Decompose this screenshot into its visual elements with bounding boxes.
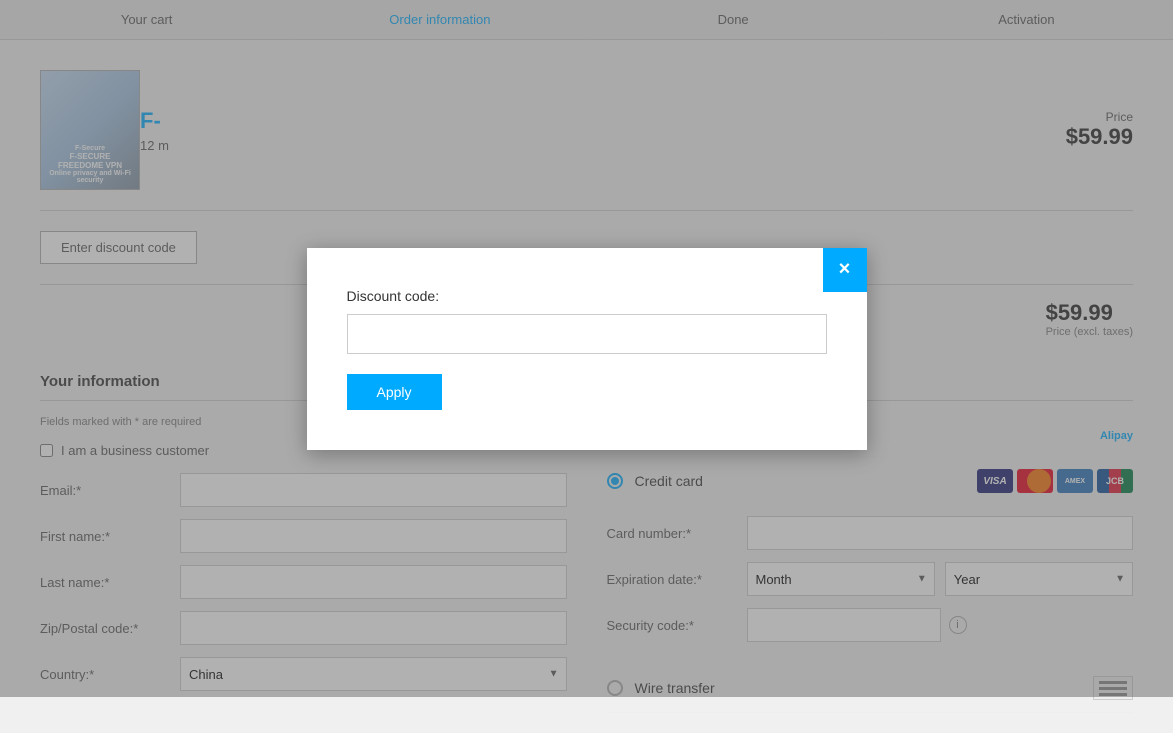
- modal-overlay[interactable]: × Discount code: Apply: [0, 0, 1173, 697]
- modal-discount-label: Discount code:: [347, 288, 827, 304]
- modal-apply-button[interactable]: Apply: [347, 374, 442, 410]
- modal-discount-input[interactable]: [347, 314, 827, 354]
- modal-close-button[interactable]: ×: [823, 248, 867, 292]
- modal-box: × Discount code: Apply: [307, 248, 867, 450]
